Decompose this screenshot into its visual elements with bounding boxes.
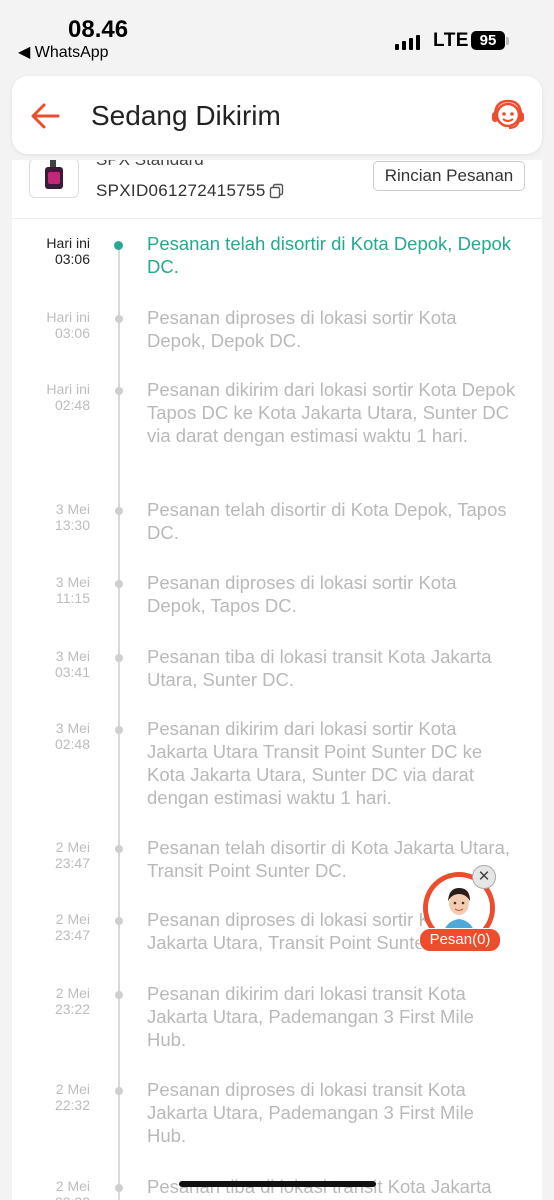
event-time: 03:06 — [54, 325, 90, 341]
event-date: 2 Mei — [55, 1081, 90, 1097]
event-datetime: 3 Mei 11:15 — [12, 574, 90, 606]
event-description: Pesanan dikirim dari lokasi sortir Kota … — [147, 718, 483, 808]
timeline-dot — [115, 991, 123, 999]
event-datetime: 2 Mei 22:32 — [12, 1081, 90, 1113]
timeline-dot — [115, 917, 123, 925]
network-label: LTE — [433, 30, 469, 51]
timeline-dot — [115, 387, 123, 395]
event-description: Pesanan diproses di lokasi sortir Kota D… — [147, 572, 457, 616]
customer-service-icon[interactable] — [489, 96, 527, 134]
back-to-whatsapp-link[interactable]: ◀ WhatsApp — [18, 42, 109, 62]
event-time: 02:48 — [54, 736, 90, 752]
event-datetime: 3 Mei 02:48 — [12, 720, 90, 752]
event-datetime: 2 Mei22:22 — [12, 1178, 90, 1200]
event-date: 3 Mei — [55, 501, 90, 517]
event-time: 23:47 — [54, 855, 90, 871]
back-arrow-icon[interactable] — [28, 98, 64, 134]
event-date: 3 Mei — [55, 574, 90, 590]
timeline-dot — [114, 241, 123, 250]
event-datetime: 3 Mei 13:30 — [12, 501, 90, 533]
battery-icon: 95 — [471, 31, 505, 50]
event-date: Hari ini — [46, 381, 90, 397]
event-date: 2 Mei — [55, 985, 90, 1001]
event-time: 23:22 — [54, 1001, 90, 1017]
event-date: 2 Mei — [55, 911, 90, 927]
event-description: Pesanan telah disortir di Kota Depok, De… — [147, 233, 512, 277]
event-description: Pesanan dikirim dari lokasi sortir Kota … — [147, 379, 516, 446]
event-time: 23:47 — [54, 927, 90, 943]
event-time: 11:15 — [56, 590, 90, 606]
timeline-dot — [115, 1184, 123, 1192]
timeline-dot — [115, 845, 123, 853]
timeline-dot — [115, 654, 123, 662]
event-time: 22:22 — [12, 1194, 90, 1200]
page-title: Sedang Dikirim — [91, 100, 281, 131]
event-datetime: 2 Mei 23:22 — [12, 985, 90, 1017]
timeline-dot — [115, 507, 123, 515]
tracking-content: SPX Standard SPXID061272415755 Rincian P… — [12, 160, 542, 1200]
status-time: 08.46 — [68, 16, 129, 43]
event-date: 3 Mei — [55, 720, 90, 736]
event-description: Pesanan diproses di lokasi sortir Kota D… — [147, 307, 457, 351]
battery-tip — [506, 37, 509, 45]
chat-close-button[interactable]: ✕ — [472, 865, 496, 889]
event-date: 2 Mei — [55, 839, 90, 855]
event-description: Pesanan dikirim dari lokasi transit Kota… — [147, 983, 474, 1050]
copy-icon[interactable] — [269, 183, 285, 199]
shipment-summary: SPX Standard SPXID061272415755 Rincian P… — [12, 160, 542, 219]
event-datetime: Hari ini 02:48 — [12, 381, 90, 413]
chat-label[interactable]: Pesan(0) — [419, 928, 501, 952]
event-datetime: 2 Mei 23:47 — [12, 911, 90, 943]
product-thumbnail — [29, 160, 79, 198]
event-date: Hari ini — [46, 235, 90, 251]
signal-icon — [395, 32, 420, 50]
event-description: Pesanan telah disortir di Kota Depok, Ta… — [147, 499, 507, 543]
event-description: Pesanan diproses di lokasi transit Kota … — [147, 1079, 474, 1146]
order-detail-button[interactable]: Rincian Pesanan — [373, 161, 525, 191]
event-date: 2 Mei — [55, 1178, 90, 1194]
event-date: Hari ini — [46, 309, 90, 325]
event-datetime: Hari ini 03:06 — [12, 235, 90, 267]
status-bar: 08.46 ◀ WhatsApp LTE 95 — [0, 0, 554, 68]
timeline-dot — [115, 726, 123, 734]
timeline-dot — [115, 1087, 123, 1095]
event-time: 02:48 — [54, 397, 90, 413]
timeline-dot — [115, 315, 123, 323]
event-time: 22:32 — [54, 1097, 90, 1113]
event-datetime: 2 Mei 23:47 — [12, 839, 90, 871]
timeline-dot — [115, 580, 123, 588]
event-time: 03:41 — [54, 664, 90, 680]
event-time: 03:06 — [54, 251, 90, 267]
event-date: 3 Mei — [55, 648, 90, 664]
event-datetime: Hari ini 03:06 — [12, 309, 90, 341]
tracking-number: SPXID061272415755 — [96, 181, 266, 200]
courier-name: SPX Standard — [96, 160, 204, 170]
app-header: Sedang Dikirim — [12, 76, 542, 154]
home-indicator — [179, 1181, 376, 1187]
event-description: Pesanan tiba di lokasi transit Kota Jaka… — [147, 646, 492, 690]
event-description: Pesanan tiba di lokasi transit Kota Jaka… — [147, 1176, 492, 1200]
event-datetime: 3 Mei 03:41 — [12, 648, 90, 680]
event-time: 13:30 — [54, 517, 90, 533]
